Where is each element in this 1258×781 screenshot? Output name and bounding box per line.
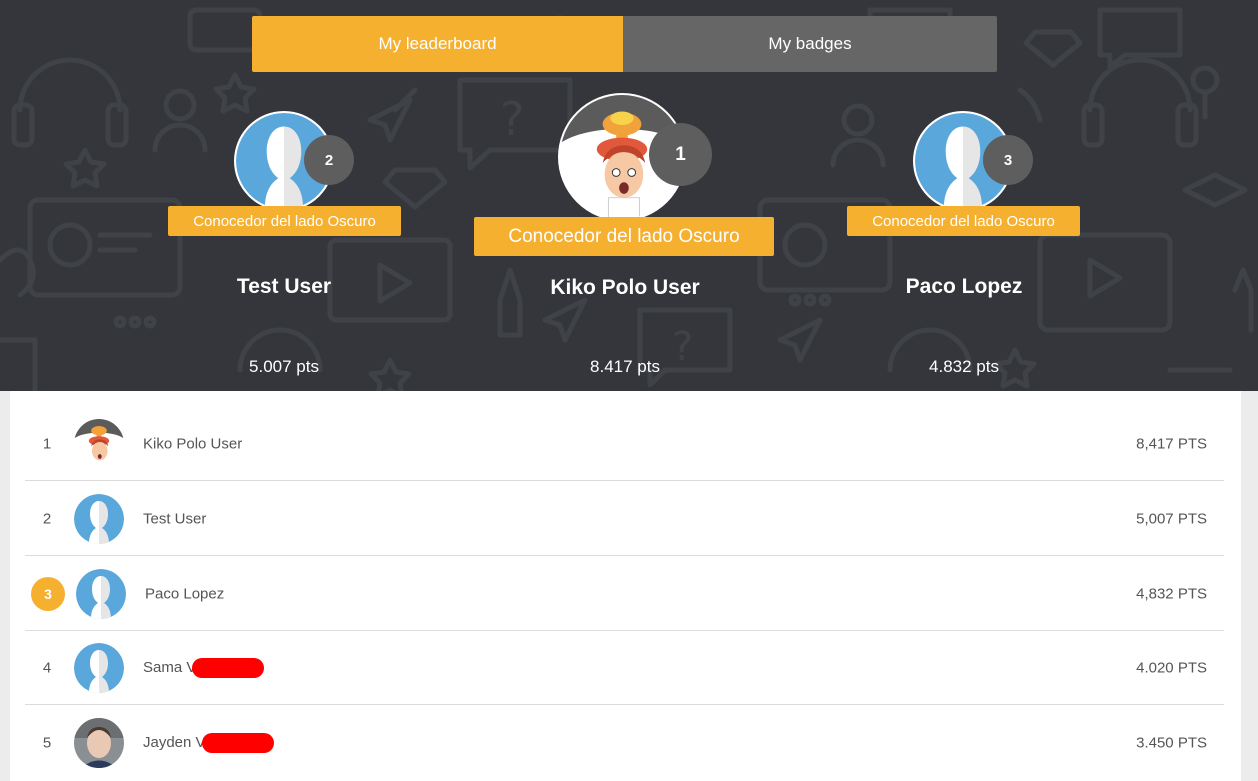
- default-user-avatar-icon: [76, 569, 126, 619]
- table-row[interactable]: 1 Kiko Polo User 8,417 PTS: [25, 407, 1224, 481]
- podium-first-badge: Conocedor del lado Oscuro: [474, 217, 774, 256]
- row-points: 3.450 PTS: [1136, 734, 1207, 752]
- row-position-highlight: 3: [31, 576, 65, 611]
- row-name-redacted[interactable]: Sama V: [143, 657, 265, 678]
- podium-second-name[interactable]: Test User: [184, 275, 384, 299]
- podium-second-badge: Conocedor del lado Oscuro: [168, 206, 401, 236]
- photo-avatar-icon: [74, 718, 124, 768]
- default-user-avatar-icon: [74, 494, 124, 544]
- row-name[interactable]: Kiko Polo User: [143, 435, 242, 452]
- row-points: 4.020 PTS: [1136, 659, 1207, 676]
- row-position: 2: [42, 510, 52, 527]
- row-name-text: Jayden V: [143, 733, 206, 751]
- tab-bar: My leaderboard My badges: [252, 16, 997, 72]
- podium-third-points: 4.832 pts: [929, 357, 999, 376]
- row-name-redacted[interactable]: Jayden V: [143, 733, 274, 753]
- row-avatar[interactable]: [74, 494, 124, 544]
- leaderboard-header: ? ? My leaderboard My badges 2 Conocedor…: [0, 0, 1258, 391]
- podium-first-name[interactable]: Kiko Polo User: [505, 276, 745, 300]
- default-user-avatar-icon: [74, 643, 124, 693]
- table-row-current-user[interactable]: 3 Paco Lopez 4,832 PTS: [25, 557, 1224, 631]
- row-position: 4: [42, 659, 52, 676]
- podium-second-points: 5.007 pts: [249, 357, 319, 376]
- tab-my-leaderboard[interactable]: My leaderboard: [252, 16, 623, 72]
- table-row[interactable]: 2 Test User 5,007 PTS: [25, 482, 1224, 556]
- table-row[interactable]: 5 Jayden V 3.450 PTS: [25, 706, 1224, 780]
- table-row[interactable]: 4 Sama V 4.020 PTS: [25, 631, 1224, 705]
- row-points: 8,417 PTS: [1136, 435, 1207, 452]
- row-position: 1: [42, 435, 52, 452]
- cartoon-explosion-avatar-icon: [74, 419, 124, 469]
- row-points: 4,832 PTS: [1136, 585, 1207, 602]
- row-avatar[interactable]: [76, 569, 126, 619]
- row-name-text: Sama V: [143, 658, 197, 676]
- row-avatar[interactable]: [74, 643, 124, 693]
- podium-first-points: 8.417 pts: [590, 357, 660, 376]
- podium-third-rank: 3: [983, 135, 1033, 185]
- podium-third-name[interactable]: Paco Lopez: [864, 275, 1064, 299]
- svg-text:?: ?: [500, 92, 524, 146]
- row-avatar[interactable]: [74, 419, 124, 469]
- redaction-mark: [192, 657, 265, 678]
- row-avatar[interactable]: [74, 718, 124, 768]
- row-position: 5: [42, 734, 52, 752]
- podium-second-rank: 2: [304, 135, 354, 185]
- leaderboard-list: 1 Kiko Polo User 8,417 PTS 2 Test User 5…: [10, 391, 1241, 781]
- tab-my-badges[interactable]: My badges: [623, 16, 997, 72]
- row-name[interactable]: Test User: [143, 510, 206, 527]
- podium-first-rank: 1: [649, 123, 712, 186]
- redaction-mark: [201, 733, 274, 753]
- row-points: 5,007 PTS: [1136, 510, 1207, 527]
- row-name[interactable]: Paco Lopez: [145, 585, 224, 602]
- podium-third-badge: Conocedor del lado Oscuro: [847, 206, 1080, 236]
